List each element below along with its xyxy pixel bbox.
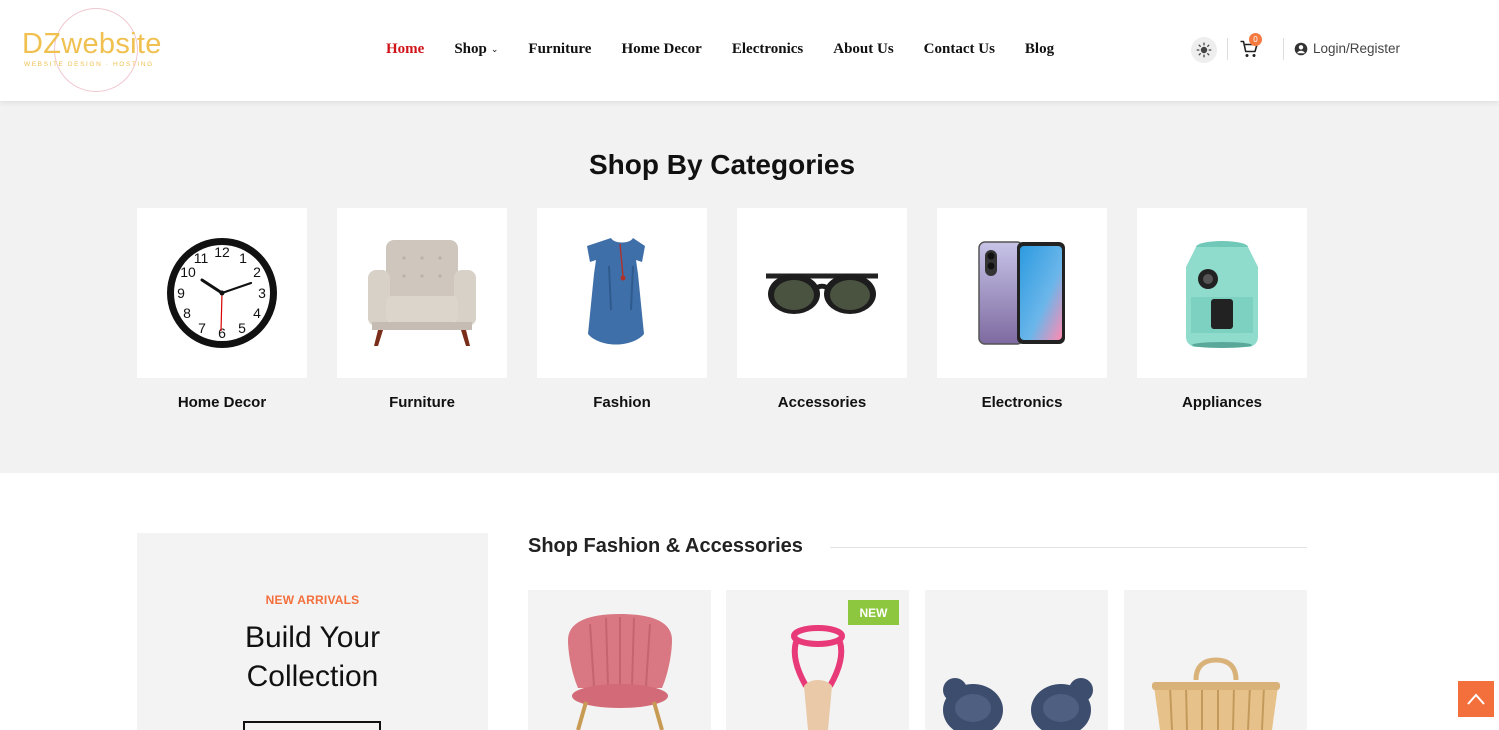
category-card-fashion[interactable]: Fashion [537,208,707,411]
header-divider [1283,38,1284,60]
category-label: Furniture [389,394,455,411]
shop-by-categories-section: Shop By Categories 12 1 2 345 678 9 10 11 Ho… [0,101,1499,473]
logo-tagline: WEBSITE DESIGN · HOSTING [24,61,154,68]
smartphone-icon [978,241,1065,345]
nav-contact-us[interactable]: Contact Us [924,41,995,58]
nav-shop-label: Shop [454,41,487,57]
fashion-section-title: Shop Fashion & Accessories [528,535,803,557]
category-label: Appliances [1181,394,1263,411]
user-circle-icon [1294,42,1308,55]
nav-furniture[interactable]: Furniture [528,41,591,58]
new-badge: NEW [848,600,899,625]
svg-text:11: 11 [194,250,209,266]
new-arrivals-promo: NEW ARRIVALS Build Your Collection [137,533,488,730]
category-image [537,208,707,378]
main-nav: Home Shop ⌄ Furniture Home Decor Electro… [386,41,1084,58]
category-image: 12 1 2 345 678 9 10 11 [137,208,307,378]
svg-text:3: 3 [258,285,266,301]
category-label: Home Decor [177,394,267,411]
header-divider [1227,38,1228,60]
wall-clock-icon: 12 12 345 678 91011 [167,238,277,348]
armchair-icon [368,240,476,346]
site-header: DZwebsite WEBSITE DESIGN · HOSTING Home … [0,0,1499,101]
nav-blog[interactable]: Blog [1025,41,1054,58]
pink-chair-image [568,614,672,730]
nav-home[interactable]: Home [386,41,424,58]
svg-text:8: 8 [183,305,191,321]
brand-logo[interactable]: DZwebsite WEBSITE DESIGN · HOSTING [20,8,170,94]
promo-title-line: Collection [246,660,379,693]
nav-home-decor[interactable]: Home Decor [621,41,701,58]
svg-text:12: 12 [214,244,230,260]
section-divider [830,547,1307,548]
product-card[interactable] [925,590,1108,730]
svg-text:5: 5 [238,320,246,336]
sun-icon [1196,42,1212,58]
air-fryer-icon [1186,241,1258,348]
svg-text:2: 2 [253,264,261,280]
product-card[interactable] [1124,590,1307,730]
chevron-up-icon [1467,693,1485,705]
promo-title-line: Build Your [244,621,381,654]
earbuds-image [943,678,1093,730]
bamboo-bag-image [1152,657,1280,730]
svg-text:10: 10 [180,264,196,280]
svg-text:4: 4 [253,305,261,321]
category-card-furniture[interactable]: Furniture [337,208,507,411]
category-card-electronics[interactable]: Electronics [937,208,1107,411]
nav-about-us[interactable]: About Us [833,41,893,58]
scroll-to-top-button[interactable] [1458,681,1494,717]
category-label: Fashion [593,394,651,411]
login-label: Login/Register [1313,41,1401,56]
category-label: Electronics [981,394,1063,411]
svg-text:9: 9 [177,285,185,301]
svg-text:7: 7 [198,320,206,336]
login-register-link[interactable]: Login/Register [1294,41,1400,56]
product-card[interactable] [528,590,711,730]
category-image [937,208,1107,378]
promo-button[interactable] [243,721,381,730]
category-label: Accessories [777,394,867,411]
cart-count-badge: 0 [1249,33,1262,46]
promo-title: Build Your Collection [137,618,488,696]
category-image [1137,208,1307,378]
svg-text:1: 1 [239,250,247,266]
category-image [337,208,507,378]
category-card-home-decor[interactable]: 12 1 2 345 678 9 10 11 Home Decor [137,208,307,411]
category-card-accessories[interactable]: Accessories [737,208,907,411]
section-title: Shop By Categories [588,149,856,180]
category-image [737,208,907,378]
logo-text: DZwebsite [22,28,162,60]
category-card-appliances[interactable]: Appliances [1137,208,1307,411]
theme-toggle-button[interactable] [1191,37,1217,63]
dress-icon [587,238,645,345]
nav-shop[interactable]: Shop ⌄ [454,41,498,58]
svg-text:6: 6 [218,325,226,341]
sunglasses-icon [766,273,878,314]
promo-eyebrow: NEW ARRIVALS [265,593,360,607]
nav-electronics[interactable]: Electronics [732,41,803,58]
chevron-down-icon: ⌄ [490,44,499,54]
